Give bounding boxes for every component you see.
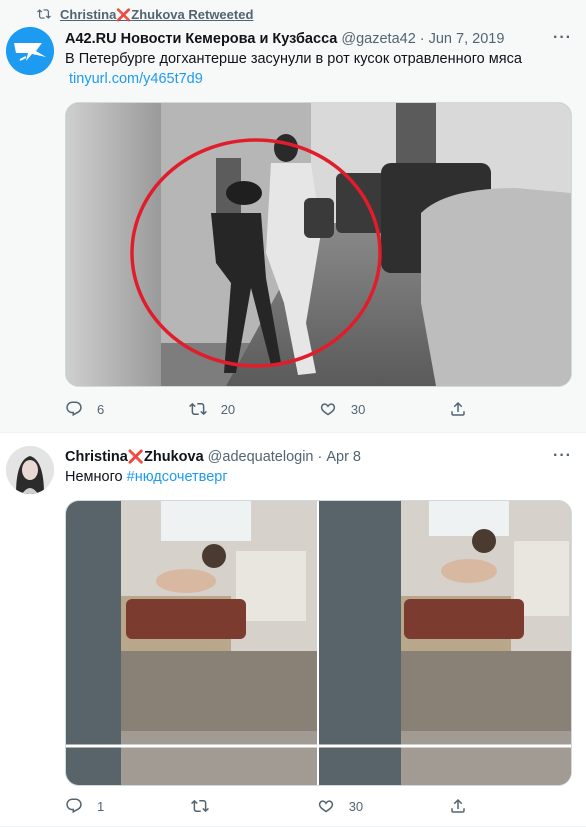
retweet-icon bbox=[188, 402, 207, 416]
tweet-header: Christina❌Zhukova @adequatelogin · Apr 8 bbox=[65, 449, 362, 465]
tweet-header: A42.RU Новости Кемерова и Кузбасса @gaze… bbox=[65, 31, 505, 47]
like-button[interactable]: 30 bbox=[317, 797, 363, 815]
tweet-date[interactable]: Apr 8 bbox=[326, 449, 361, 465]
retweeted-by-bar: Christina❌Zhukova Retweeted bbox=[36, 6, 253, 22]
reply-count: 6 bbox=[97, 401, 105, 417]
tweet-text: Немного #нюдсочетверг bbox=[65, 469, 228, 485]
tweet-media-1[interactable] bbox=[65, 102, 572, 387]
author-handle[interactable]: @adequatelogin bbox=[208, 449, 314, 465]
tweet-date[interactable]: Jun 7, 2019 bbox=[429, 31, 505, 47]
share-icon bbox=[451, 798, 465, 813]
mirror-photo-left[interactable] bbox=[66, 501, 317, 785]
tweet-1[interactable]: Christina❌Zhukova Retweeted A42.RU Новос… bbox=[0, 0, 586, 433]
retweet-count: 20 bbox=[220, 401, 236, 417]
reply-count: 1 bbox=[97, 798, 105, 814]
a42-logo-icon bbox=[6, 27, 54, 75]
cross-emoji: ❌ bbox=[127, 449, 145, 464]
avatar-a42[interactable] bbox=[6, 27, 54, 75]
reply-icon bbox=[66, 401, 82, 417]
tweet-link[interactable]: tinyurl.com/y465t7d9 bbox=[69, 71, 203, 87]
share-button[interactable] bbox=[449, 400, 489, 418]
like-count: 30 bbox=[350, 401, 366, 417]
avatar-christina[interactable] bbox=[6, 446, 54, 494]
retweet-button[interactable]: 20 bbox=[188, 400, 236, 418]
tweet-actions: 1 30 bbox=[65, 797, 489, 815]
tweet-media-2[interactable] bbox=[65, 500, 572, 786]
mirror-photo-right[interactable] bbox=[319, 501, 571, 785]
more-options-icon[interactable]: ··· bbox=[553, 29, 572, 47]
reply-icon bbox=[66, 798, 82, 814]
share-icon bbox=[451, 401, 465, 416]
heart-icon bbox=[318, 800, 333, 813]
author-name[interactable]: Christina❌Zhukova bbox=[65, 449, 204, 465]
retweet-icon bbox=[37, 9, 51, 19]
tweet-2[interactable]: Christina❌Zhukova @adequatelogin · Apr 8… bbox=[0, 433, 586, 827]
share-button[interactable] bbox=[449, 797, 489, 815]
retweet-button[interactable] bbox=[190, 797, 231, 815]
tweet-actions: 6 20 30 bbox=[65, 400, 489, 418]
cross-emoji: ❌ bbox=[116, 7, 132, 22]
author-name[interactable]: A42.RU Новости Кемерова и Кузбасса bbox=[65, 31, 337, 47]
hashtag-link[interactable]: #нюдсочетверг bbox=[127, 469, 228, 485]
like-count: 30 bbox=[348, 798, 364, 814]
user-photo-icon bbox=[6, 446, 54, 494]
reply-button[interactable]: 1 bbox=[65, 797, 105, 815]
retweeter-link[interactable]: Christina❌Zhukova Retweeted bbox=[60, 7, 253, 22]
reply-button[interactable]: 6 bbox=[65, 400, 105, 418]
more-options-icon[interactable]: ··· bbox=[553, 447, 572, 465]
like-button[interactable]: 30 bbox=[319, 400, 365, 418]
heart-icon bbox=[320, 403, 335, 416]
retweet-icon bbox=[190, 799, 209, 813]
tweet-text: В Петербурге догхантерше засунули в рот … bbox=[65, 51, 522, 67]
street-photo bbox=[66, 103, 571, 386]
author-handle[interactable]: @gazeta42 bbox=[341, 31, 415, 47]
